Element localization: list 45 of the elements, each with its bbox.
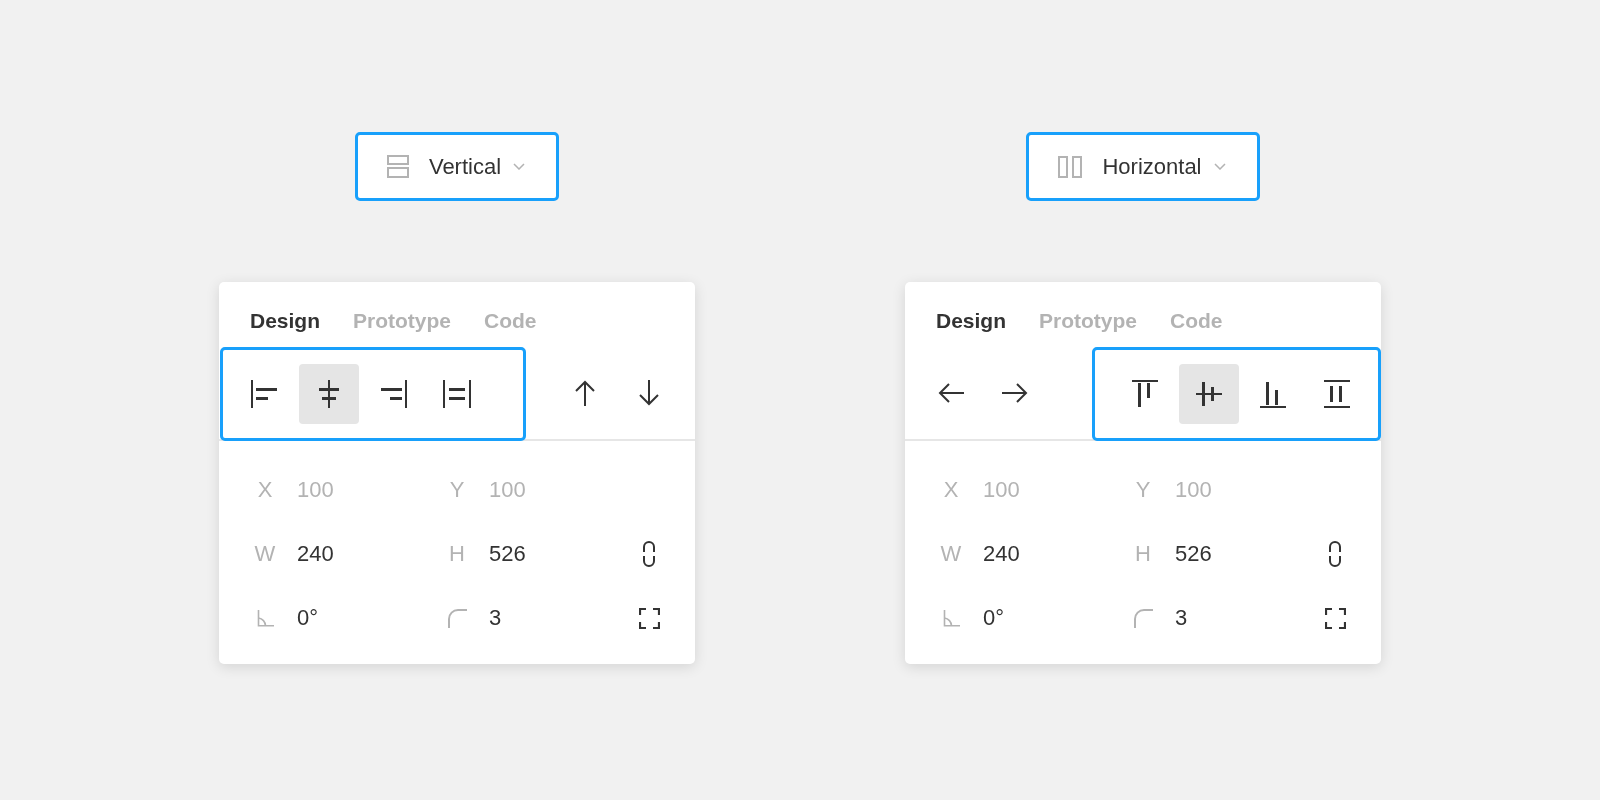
field-label: Y	[1135, 477, 1151, 503]
align-left-icon	[251, 380, 279, 408]
value-input[interactable]: 3	[489, 605, 502, 631]
chevron-down-icon	[513, 163, 526, 170]
field-label: W	[254, 541, 276, 567]
distribute-horizontal-icon	[443, 380, 471, 408]
field-label: X	[943, 477, 959, 503]
distribute-vertical-icon	[1323, 380, 1351, 408]
angle-icon	[942, 609, 960, 627]
layout-direction-dropdown[interactable]: Horizontal	[1026, 132, 1260, 201]
value-input[interactable]: 240	[983, 541, 1020, 567]
align-vertical-center-button[interactable]	[1179, 364, 1239, 424]
value-input[interactable]: 0°	[297, 605, 319, 631]
arrow-down-icon	[638, 380, 660, 406]
field-label: H	[449, 541, 465, 567]
angle-icon	[256, 609, 274, 627]
corner-radius-icon	[447, 608, 467, 628]
value-input[interactable]: 0°	[983, 605, 1005, 631]
layout-direction-dropdown[interactable]: Vertical	[354, 132, 560, 201]
align-top-icon	[1131, 380, 1159, 408]
side-by-side-columns-icon	[1058, 155, 1083, 178]
field-label: W	[940, 541, 962, 567]
corner-radius-icon	[1133, 608, 1153, 628]
field-label: H	[1135, 541, 1151, 567]
field-label: X	[257, 477, 273, 503]
independent-corners-icon[interactable]	[1324, 607, 1346, 629]
value-input[interactable]: 240	[297, 541, 334, 567]
independent-corners-icon[interactable]	[638, 607, 660, 629]
link-icon[interactable]	[642, 540, 656, 568]
value-input[interactable]: 3	[1175, 605, 1188, 631]
chevron-down-icon	[1213, 163, 1226, 170]
field-label: Y	[449, 477, 465, 503]
arrow-up-icon	[574, 380, 596, 406]
tab[interactable]: Design	[936, 308, 1006, 333]
value-input[interactable]: 526	[1175, 541, 1212, 567]
arrow-right-icon	[1002, 382, 1028, 404]
align-vertical-center-icon	[1195, 380, 1223, 408]
align-right-icon	[379, 380, 407, 408]
stacked-rows-icon	[386, 155, 409, 178]
arrow-left-icon	[938, 382, 964, 404]
value-input[interactable]: 526	[489, 541, 526, 567]
align-bottom-icon	[1259, 380, 1287, 408]
align-horizontal-center-button[interactable]	[299, 364, 359, 424]
tab[interactable]: Design	[250, 308, 320, 333]
link-icon[interactable]	[1328, 540, 1342, 568]
